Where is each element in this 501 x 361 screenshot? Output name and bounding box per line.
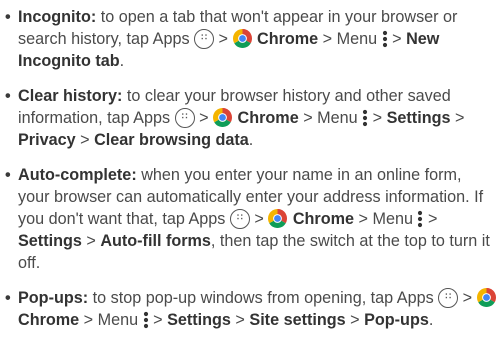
apps-icon: ∷ — [194, 28, 215, 49]
menu-dots-icon — [418, 210, 423, 227]
body-text: > — [423, 210, 438, 228]
menu-path-label: Chrome — [288, 210, 355, 228]
menu-dots-icon — [382, 30, 387, 47]
chrome-icon — [476, 288, 496, 308]
item-term: Clear history: — [18, 87, 123, 105]
apps-icon: ∷ — [438, 287, 459, 308]
chrome-icon — [268, 209, 288, 229]
apps-icon: ∷ — [174, 107, 195, 128]
bullet: • — [5, 289, 11, 307]
list-item: • Pop-ups: to stop pop-up windows from op… — [2, 287, 497, 331]
body-text: > — [450, 109, 465, 127]
item-term: Pop-ups: — [18, 289, 89, 307]
body-text: > — [81, 232, 101, 250]
body-text: > — [387, 30, 407, 48]
menu-path-label: Site settings — [249, 311, 346, 329]
list-item: • Auto-complete: when you enter your name… — [2, 164, 497, 274]
body-text: . — [428, 311, 434, 329]
body-text: > — [194, 109, 214, 127]
menu-path-label: Clear browsing data — [94, 131, 249, 149]
menu-path-label: Settings — [167, 311, 231, 329]
body-text: > — [214, 30, 233, 48]
chrome-icon — [213, 108, 233, 128]
body-text: > — [230, 311, 250, 329]
menu-path-label: Chrome — [18, 311, 80, 329]
menu-dots-icon — [143, 311, 148, 328]
apps-icon: ∷ — [229, 208, 250, 229]
body-text: > — [345, 311, 365, 329]
body-text: > — [249, 210, 269, 228]
body-text: > Menu — [318, 30, 382, 48]
body-text: > — [148, 311, 168, 329]
menu-path-label: Settings — [18, 232, 82, 250]
body-text: > Menu — [354, 210, 418, 228]
bullet: • — [5, 8, 11, 26]
body-text: to stop pop-up windows from opening, tap… — [88, 289, 439, 307]
body-text: > — [458, 289, 477, 307]
menu-dots-icon — [363, 109, 368, 126]
body-text: . — [248, 131, 254, 149]
menu-path-label: Settings — [386, 109, 451, 127]
instruction-list: • Incognito: to open a tab that won't app… — [0, 0, 501, 331]
item-term: Auto-complete: — [18, 166, 137, 184]
menu-path-label: Pop-ups — [364, 311, 429, 329]
body-text: > — [75, 131, 95, 149]
body-text: . — [119, 52, 125, 70]
menu-path-label: Auto-fill forms — [100, 232, 211, 250]
menu-path-label: Chrome — [252, 30, 319, 48]
body-text: > Menu — [79, 311, 143, 329]
menu-path-label: Chrome — [233, 109, 299, 127]
body-text: > — [368, 109, 387, 127]
bullet: • — [5, 87, 11, 105]
chrome-icon — [232, 29, 252, 49]
item-term: Incognito: — [18, 8, 97, 26]
menu-path-label: Privacy — [18, 131, 76, 149]
bullet: • — [5, 166, 11, 184]
body-text: > Menu — [298, 109, 363, 127]
list-item: • Clear history: to clear your browser hi… — [2, 85, 497, 151]
list-item: • Incognito: to open a tab that won't app… — [2, 6, 497, 72]
